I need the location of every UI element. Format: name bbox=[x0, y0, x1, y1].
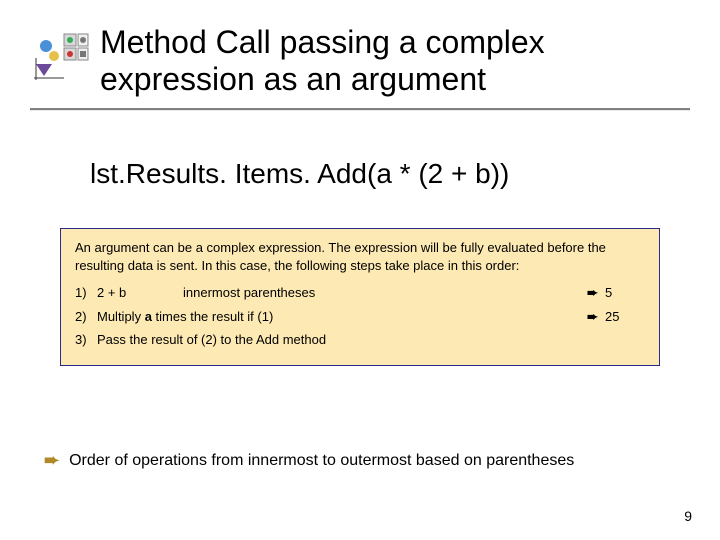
arrow-icon: ➨ bbox=[587, 308, 605, 326]
page-number: 9 bbox=[684, 508, 692, 524]
step-row: 2) Multiply a times the result if (1) ➨ … bbox=[75, 308, 645, 326]
step-number: 1) bbox=[75, 284, 97, 302]
step-number: 3) bbox=[75, 331, 97, 349]
step-number: 2) bbox=[75, 308, 97, 326]
title-rule bbox=[30, 108, 690, 110]
slide-title: Method Call passing a complex expression… bbox=[100, 24, 690, 98]
code-expression: lst.Results. Items. Add(a * (2 + b)) bbox=[90, 158, 509, 190]
footer-bullet: ➨ Order of operations from innermost to … bbox=[44, 450, 574, 471]
step-description: Multiply a times the result if (1) bbox=[97, 308, 587, 326]
step-row: 3) Pass the result of (2) to the Add met… bbox=[75, 331, 645, 349]
step-result: 25 bbox=[605, 308, 645, 326]
step-result: 5 bbox=[605, 284, 645, 302]
bullet-arrow-icon: ➨ bbox=[44, 450, 59, 471]
step-expression: 2 + b bbox=[97, 284, 183, 302]
footer-bullet-text: Order of operations from innermost to ou… bbox=[69, 452, 574, 470]
arrow-icon: ➨ bbox=[587, 284, 605, 302]
step-description: Pass the result of (2) to the Add method bbox=[97, 331, 645, 349]
evaluation-steps: 1) 2 + b innermost parentheses ➨ 5 2) Mu… bbox=[75, 284, 645, 349]
step-description: innermost parentheses bbox=[183, 284, 587, 302]
logo-image bbox=[30, 28, 90, 88]
explanation-intro: An argument can be a complex expression.… bbox=[75, 239, 645, 274]
step-row: 1) 2 + b innermost parentheses ➨ 5 bbox=[75, 284, 645, 302]
explanation-box: An argument can be a complex expression.… bbox=[60, 228, 660, 366]
